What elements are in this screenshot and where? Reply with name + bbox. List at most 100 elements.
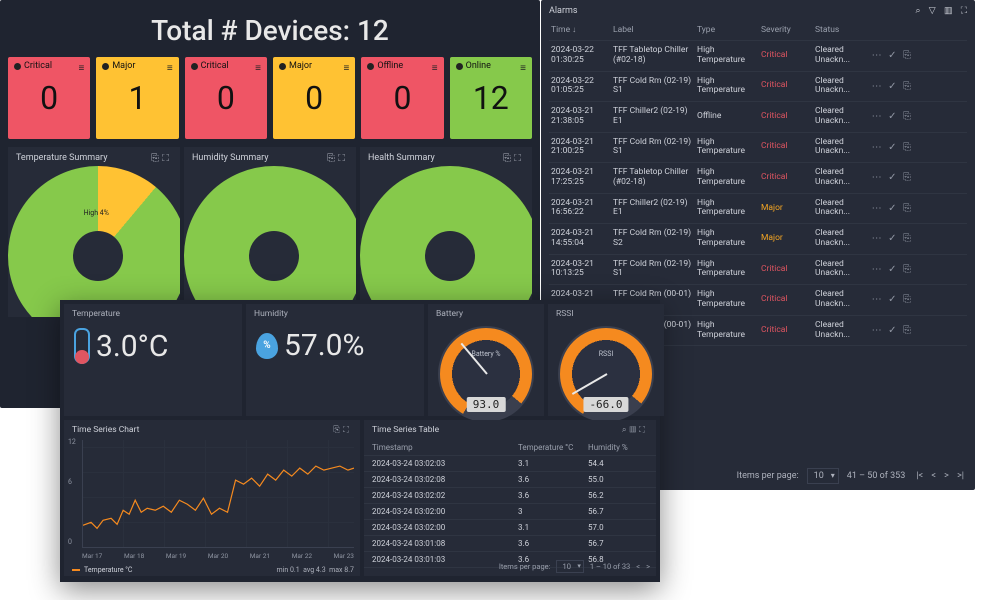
copy-icon[interactable]: ⎘ <box>327 153 338 164</box>
more-icon[interactable]: ⋯ <box>872 50 884 61</box>
clipboard-icon[interactable]: ⎘ <box>903 325 913 336</box>
expand-icon[interactable]: ⛶ <box>639 425 648 435</box>
ts-table-row[interactable]: 2024-03-24 03:02:03 3.1 54.4 <box>364 456 656 472</box>
row-actions: ⋯ ✓ ⎘ <box>869 50 913 62</box>
copy-icon[interactable]: ⎘ <box>333 425 343 435</box>
columns-icon[interactable]: ▥ <box>944 6 953 16</box>
search-icon[interactable]: ⌕ <box>916 6 921 16</box>
alarm-row[interactable]: 2024-03-21 17:25:25 TFF Tabletop Chiller… <box>549 163 967 194</box>
ts-table-row[interactable]: 2024-03-24 03:02:08 3.6 55.0 <box>364 472 656 488</box>
more-icon[interactable]: ⋯ <box>872 203 884 214</box>
cell-severity: Critical <box>761 51 811 61</box>
expand-icon[interactable]: ⛶ <box>162 153 172 164</box>
menu-icon[interactable]: ≡ <box>167 63 173 74</box>
alarm-row[interactable]: 2024-03-21 10:13:25 TFF Cold Rm (02-19) … <box>549 255 967 286</box>
clipboard-icon[interactable]: ⎘ <box>903 233 913 244</box>
menu-icon[interactable]: ≡ <box>78 63 84 74</box>
col-type[interactable]: Type <box>697 25 757 35</box>
check-icon[interactable]: ✓ <box>888 294 898 305</box>
copy-icon[interactable]: ⎘ <box>151 153 162 164</box>
col-time[interactable]: Time <box>551 25 609 35</box>
ts-table-row[interactable]: 2024-03-24 03:02:02 3.6 56.2 <box>364 488 656 504</box>
more-icon[interactable]: ⋯ <box>872 325 884 336</box>
check-icon[interactable]: ✓ <box>888 142 898 153</box>
expand-icon[interactable]: ⛶ <box>338 153 348 164</box>
pager-prev-icon[interactable]: < <box>931 471 936 481</box>
status-card[interactable]: Online ≡ 12 <box>450 57 532 139</box>
check-icon[interactable]: ✓ <box>888 50 898 61</box>
filter-icon[interactable]: ▽ <box>929 6 936 16</box>
check-icon[interactable]: ✓ <box>888 81 898 92</box>
menu-icon[interactable]: ≡ <box>520 63 526 74</box>
alarm-row[interactable]: 2024-03-22 01:30:25 TFF Tabletop Chiller… <box>549 41 967 72</box>
pager-prev-icon[interactable]: < <box>636 562 640 571</box>
pager-first-icon[interactable]: |< <box>916 471 923 481</box>
alarm-row[interactable]: 2024-03-21 14:55:04 TFF Cold Rm (02-19) … <box>549 224 967 255</box>
x-tick: Mar 19 <box>166 552 186 560</box>
expand-icon[interactable]: ⛶ <box>961 6 967 16</box>
more-icon[interactable]: ⋯ <box>872 294 884 305</box>
more-icon[interactable]: ⋯ <box>872 81 884 92</box>
clipboard-icon[interactable]: ⎘ <box>903 264 913 275</box>
menu-icon[interactable]: ≡ <box>432 63 438 74</box>
cell-hum: 56.7 <box>588 507 648 516</box>
cell-label: TFF Tabletop Chiller (#02-18) <box>613 46 693 66</box>
alarm-row[interactable]: 2024-03-21 21:38:05 TFF Chiller2 (02-19)… <box>549 102 967 133</box>
check-icon[interactable]: ✓ <box>888 203 898 214</box>
status-card[interactable]: Critical ≡ 0 <box>8 57 90 139</box>
pager-next-icon[interactable]: > <box>646 562 650 571</box>
x-tick: Mar 20 <box>208 552 228 560</box>
alarm-row[interactable]: 2024-03-21 21:00:25 TFF Cold Rm (02-19) … <box>549 133 967 164</box>
clipboard-icon[interactable]: ⎘ <box>903 50 913 61</box>
status-card[interactable]: Major ≡ 1 <box>96 57 178 139</box>
col-status[interactable]: Status <box>815 25 865 35</box>
timeseries-table-card: Time Series Table ⌕▥⛶ Timestamp Temperat… <box>364 420 656 576</box>
check-icon[interactable]: ✓ <box>888 264 898 275</box>
status-card[interactable]: Critical ≡ 0 <box>185 57 267 139</box>
clipboard-icon[interactable]: ⎘ <box>903 81 913 92</box>
alarm-row[interactable]: 2024-03-21 16:56:22 TFF Chiller2 (02-19)… <box>549 194 967 225</box>
copy-icon[interactable]: ⎘ <box>503 153 514 164</box>
pager-range: 1 – 10 of 33 <box>590 562 630 571</box>
check-icon[interactable]: ✓ <box>888 111 898 122</box>
alarm-row[interactable]: 2024-03-22 01:05:25 TFF Cold Rm (02-19) … <box>549 72 967 103</box>
status-label: Critical <box>201 61 229 71</box>
expand-icon[interactable]: ⛶ <box>514 153 524 164</box>
columns-icon[interactable]: ▥ <box>630 425 639 435</box>
chart-legend: Temperature °C <box>72 566 132 574</box>
check-icon[interactable]: ✓ <box>888 325 898 336</box>
pager-size-select[interactable]: 10 <box>556 560 583 573</box>
ts-table-row[interactable]: 2024-03-24 03:02:00 3.1 57.0 <box>364 520 656 536</box>
status-card[interactable]: Major ≡ 0 <box>273 57 355 139</box>
pager-next-icon[interactable]: > <box>944 471 949 481</box>
col-severity[interactable]: Severity <box>761 25 811 35</box>
row-actions: ⋯ ✓ ⎘ <box>869 294 913 306</box>
col-label[interactable]: Label <box>613 25 693 35</box>
menu-icon[interactable]: ≡ <box>255 63 261 74</box>
check-icon[interactable]: ✓ <box>888 233 898 244</box>
menu-icon[interactable]: ≡ <box>343 63 349 74</box>
col-temp[interactable]: Temperature °C <box>518 443 588 452</box>
more-icon[interactable]: ⋯ <box>872 111 884 122</box>
status-card[interactable]: Offline ≡ 0 <box>361 57 443 139</box>
check-icon[interactable]: ✓ <box>888 172 898 183</box>
pager-last-icon[interactable]: >| <box>957 471 964 481</box>
clipboard-icon[interactable]: ⎘ <box>903 294 913 305</box>
more-icon[interactable]: ⋯ <box>872 172 884 183</box>
ts-table-row[interactable]: 2024-03-24 03:01:08 3.6 56.7 <box>364 536 656 552</box>
clipboard-icon[interactable]: ⎘ <box>903 203 913 214</box>
chart-plot-area[interactable] <box>82 440 354 548</box>
ts-table-row[interactable]: 2024-03-24 03:02:00 3 56.7 <box>364 504 656 520</box>
col-timestamp[interactable]: Timestamp <box>372 443 518 452</box>
more-icon[interactable]: ⋯ <box>872 142 884 153</box>
cell-time: 2024-03-22 01:05:25 <box>551 77 609 97</box>
more-icon[interactable]: ⋯ <box>872 233 884 244</box>
col-hum[interactable]: Humidity % <box>588 443 648 452</box>
clipboard-icon[interactable]: ⎘ <box>903 111 913 122</box>
clipboard-icon[interactable]: ⎘ <box>903 142 913 153</box>
search-icon[interactable]: ⌕ <box>622 425 630 435</box>
clipboard-icon[interactable]: ⎘ <box>903 172 913 183</box>
pager-size-select[interactable]: 10 <box>807 468 839 484</box>
expand-icon[interactable]: ⛶ <box>343 425 352 435</box>
more-icon[interactable]: ⋯ <box>872 264 884 275</box>
